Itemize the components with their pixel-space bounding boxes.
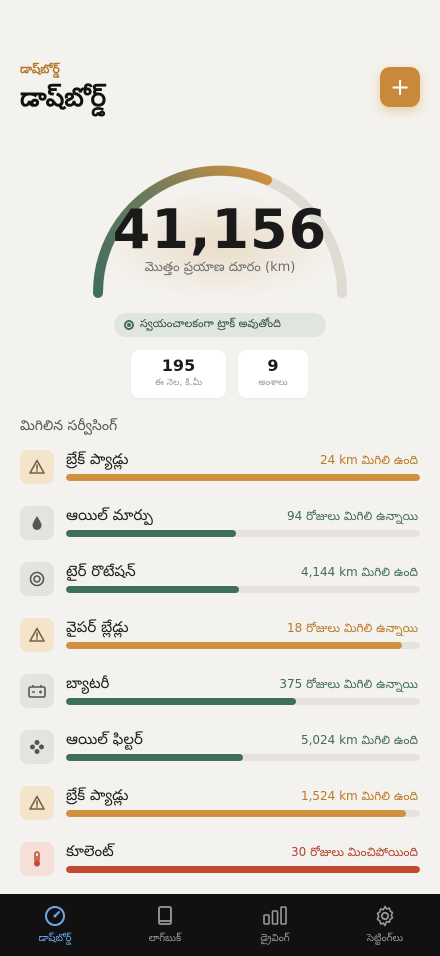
stat-label: ఈ నెల, కి.మీ (154, 378, 203, 388)
service-status: 30 రోజులు మించిపోయింది (291, 845, 418, 859)
service-status: 4,144 km మిగిలి ఉంది (300, 565, 418, 579)
service-row[interactable]: వైపర్ బ్లేడ్లు 18 రోజులు మిగిలి ఉన్నాయి (20, 618, 420, 658)
service-status: 18 రోజులు మిగిలి ఉన్నాయి (287, 621, 418, 635)
service-name: కూలెంట్ (66, 842, 114, 860)
nav-item-settings[interactable]: సెట్టింగ్‌లు (330, 904, 440, 946)
service-progress-track (66, 474, 420, 481)
service-progress-track (66, 866, 420, 873)
stat-label: అంశాలు (258, 378, 288, 388)
service-row[interactable]: కూలెంట్ 30 రోజులు మించిపోయింది (20, 842, 420, 882)
service-progress-fill (66, 866, 420, 873)
service-status: 24 km మిగిలి ఉంది (320, 453, 418, 467)
service-progress-fill (66, 810, 406, 817)
nav-label: డ్రైవింగ్ (260, 933, 290, 944)
service-name: బ్రేక్ ప్యాడ్లు (66, 450, 129, 468)
service-status: 5,024 km మిగిలి ఉంది (300, 733, 418, 747)
page-eyebrow: డాష్‌బోర్డ్ (20, 62, 60, 76)
tracking-status-pill: స్వయంచాలకంగా ట్రాక్ అవుతోంది (114, 313, 326, 337)
battery-icon (20, 674, 54, 708)
nav-label: సెట్టింగ్‌లు (366, 933, 404, 944)
nav-label: లాగ్‌బుక్ (148, 933, 182, 944)
stat-items: 9 అంశాలు (238, 350, 308, 398)
tracking-status-text: స్వయంచాలకంగా ట్రాక్ అవుతోంది (140, 317, 281, 330)
service-progress-track (66, 530, 420, 537)
service-progress-track (66, 586, 420, 593)
service-row[interactable]: బ్రేక్ ప్యాడ్లు 1,524 km మిగిలి ఉంది (20, 786, 420, 826)
service-progress-fill (66, 530, 236, 537)
service-name: బ్యాటరీ (66, 674, 110, 692)
service-status: 375 రోజులు మిగిలి ఉన్నాయి (279, 677, 418, 691)
gauge-icon (45, 906, 65, 926)
service-name: టైర్ రొటేషన్ (66, 562, 136, 580)
service-name: వైపర్ బ్లేడ్లు (66, 618, 129, 636)
oil-drop-icon (20, 506, 54, 540)
gear-icon (376, 905, 394, 927)
service-progress-fill (66, 474, 420, 481)
service-name: బ్రేక్ ప్యాడ్లు (66, 786, 129, 804)
service-progress-fill (66, 698, 297, 705)
service-progress-track (66, 698, 420, 705)
radio-dot-icon (124, 320, 134, 330)
service-row[interactable]: బ్యాటరీ 375 రోజులు మిగిలి ఉన్నాయి (20, 674, 420, 714)
add-button[interactable]: + (380, 67, 420, 107)
nav-item-dashboard[interactable]: డాష్‌బోర్డ్ (0, 904, 110, 946)
service-row[interactable]: బ్రేక్ ప్యాడ్లు 24 km మిగిలి ఉంది (20, 450, 420, 490)
stat-value: 195 (161, 356, 196, 375)
page-title: డాష్‌బోర్డ్ (20, 83, 107, 113)
service-row[interactable]: టైర్ రొటేషన్ 4,144 km మిగిలి ఉంది (20, 562, 420, 602)
service-name: ఆయిల్ ఫిల్టర్ (66, 730, 143, 748)
service-progress-track (66, 754, 420, 761)
filter-icon (20, 730, 54, 764)
section-title: మిగిలిన సర్వీసింగ్ (20, 418, 118, 434)
service-progress-fill (66, 586, 240, 593)
warning-icon (20, 450, 54, 484)
bottom-nav: డాష్‌బోర్డ్ లాగ్‌బుక్ డ్రైవింగ్ సెట్టింగ… (0, 894, 440, 956)
bar-chart-icon (263, 906, 287, 925)
page-header: డాష్‌బోర్డ్ డాష్‌బోర్డ్ (20, 62, 106, 119)
stat-month-km: 195 ఈ నెల, కి.మీ (131, 350, 226, 398)
service-name: ఆయిల్ మార్పు (66, 506, 153, 524)
warning-icon (20, 618, 54, 652)
service-status: 1,524 km మిగిలి ఉంది (300, 789, 418, 803)
nav-item-logbook[interactable]: లాగ్‌బుక్ (110, 904, 220, 946)
nav-label: డాష్‌బోర్డ్ (38, 933, 72, 944)
nav-item-driving[interactable]: డ్రైవింగ్ (220, 904, 330, 946)
odometer-label: మొత్తం ప్రయాణ దూరం (km) (144, 260, 296, 275)
book-icon (158, 906, 172, 925)
service-status: 94 రోజులు మిగిలి ఉన్నాయి (287, 509, 418, 523)
service-progress-track (66, 810, 420, 817)
service-row[interactable]: ఆయిల్ మార్పు 94 రోజులు మిగిలి ఉన్నాయి (20, 506, 420, 546)
service-progress-track (66, 642, 420, 649)
stat-value: 9 (267, 356, 279, 375)
tire-icon (20, 562, 54, 596)
odometer-value: 41,156 (112, 198, 328, 261)
service-progress-fill (66, 642, 403, 649)
thermometer-icon (20, 842, 54, 876)
service-row[interactable]: ఆయిల్ ఫిల్టర్ 5,024 km మిగిలి ఉంది (20, 730, 420, 770)
warning-icon (20, 786, 54, 820)
service-progress-fill (66, 754, 243, 761)
